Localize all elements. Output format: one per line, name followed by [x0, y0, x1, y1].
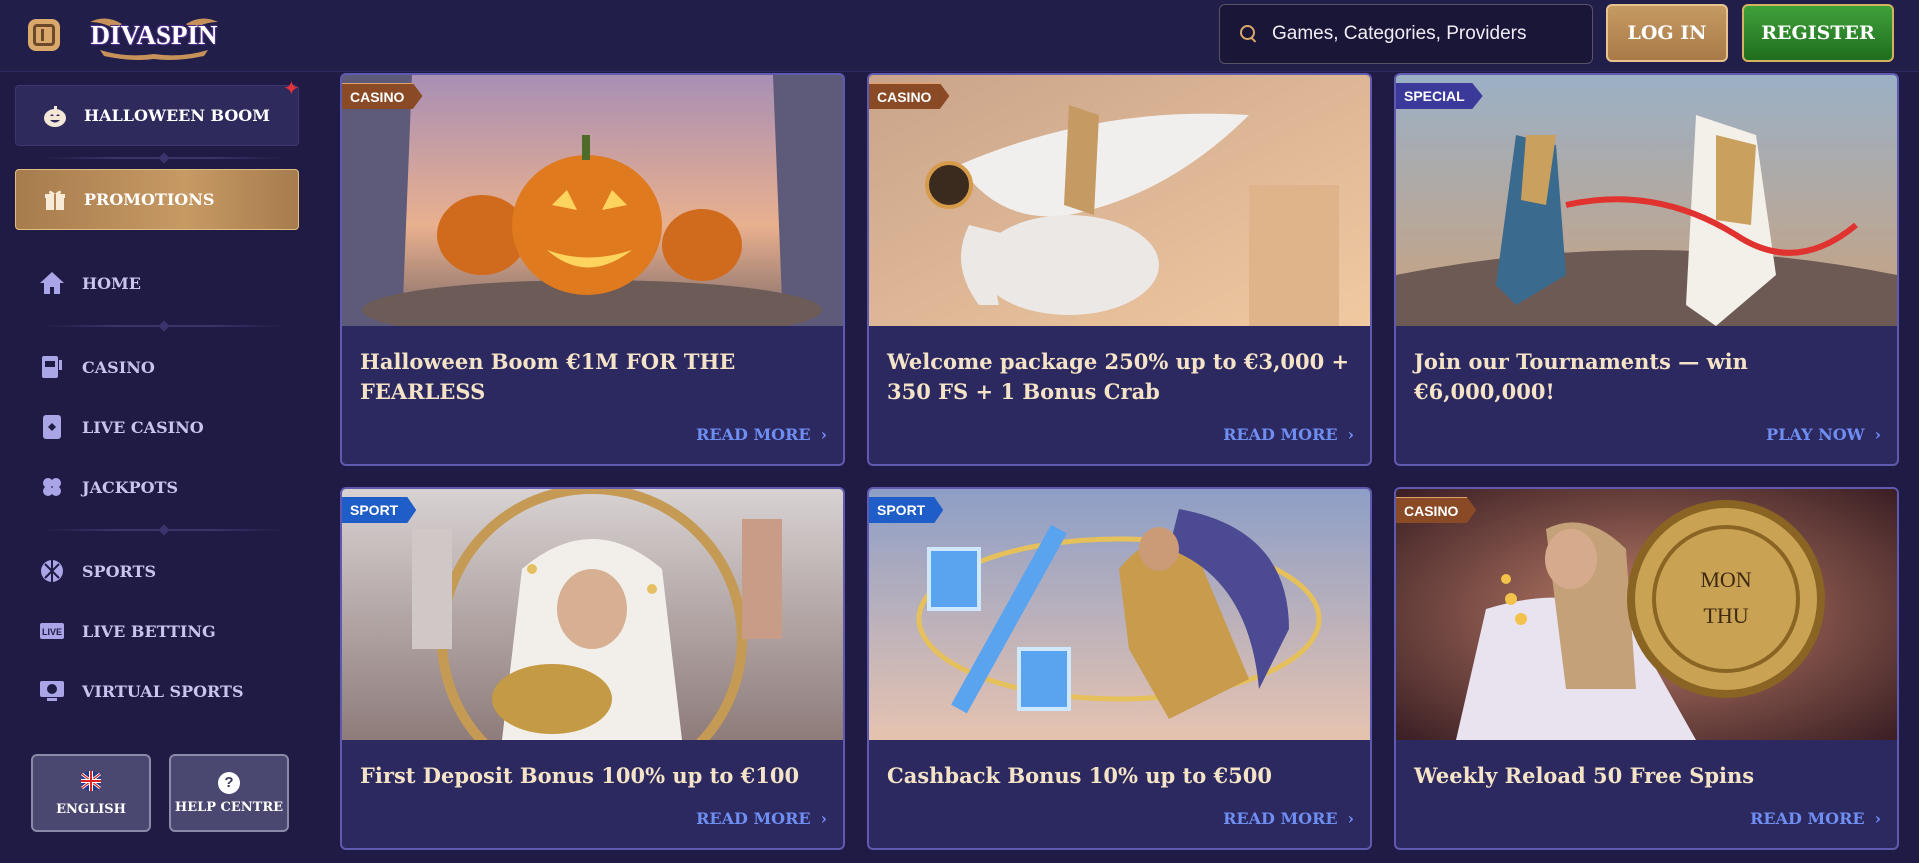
tournaments-image: [1396, 75, 1897, 326]
help-centre-button[interactable]: ? HELP CENTRE: [169, 754, 289, 832]
link-label: READ MORE: [1223, 425, 1338, 444]
divider: [44, 325, 284, 327]
sidebar-item-label: CASINO: [82, 357, 155, 377]
weekly-reload-image: MON THU: [1396, 489, 1897, 740]
category-tag: SPORT: [869, 497, 944, 523]
slot-machine-icon: [38, 353, 66, 381]
category-tag: CASINO: [1396, 497, 1477, 523]
divider: [44, 529, 284, 531]
link-label: READ MORE: [696, 425, 811, 444]
search-box[interactable]: [1219, 4, 1593, 64]
help-centre-label: HELP CENTRE: [174, 799, 284, 815]
chevron-right-icon: ›: [1874, 809, 1881, 828]
promo-card[interactable]: SPECIAL Join our Tournaments — win €6,00…: [1394, 73, 1899, 466]
halloween-promo-image: [342, 75, 843, 326]
read-more-link[interactable]: READ MORE ›: [1750, 809, 1881, 828]
home-icon: [38, 269, 66, 297]
sidebar-item-sports[interactable]: SPORTS: [38, 551, 298, 591]
category-tag: CASINO: [342, 83, 423, 109]
register-button[interactable]: REGISTER: [1742, 4, 1894, 62]
live-icon: LIVE: [38, 617, 66, 645]
top-header: DIVASPIN LOG IN REGISTER: [0, 0, 1919, 72]
ball-icon: [38, 557, 66, 585]
sidebar-item-jackpots[interactable]: JACKPOTS: [38, 467, 298, 507]
promo-title: Halloween Boom €1M FOR THE FEARLESS: [360, 349, 736, 404]
link-label: READ MORE: [696, 809, 811, 828]
first-deposit-image: [342, 489, 843, 740]
sidebar-item-virtual-sports[interactable]: VIRTUAL SPORTS: [38, 671, 298, 711]
category-tag: SPORT: [342, 497, 417, 523]
cashback-image: [869, 489, 1370, 740]
promo-title: Welcome package 250% up to €3,000 + 350 …: [887, 349, 1350, 404]
sidebar-item-halloween-boom[interactable]: HALLOWEEN BOOM: [15, 85, 299, 146]
read-more-link[interactable]: READ MORE ›: [696, 809, 827, 828]
category-tag: SPECIAL: [1396, 83, 1483, 109]
promo-card[interactable]: CASINO Halloween Boom €1M FOR THE FEARLE…: [340, 73, 845, 466]
play-now-link[interactable]: PLAY NOW ›: [1766, 425, 1881, 444]
language-label: ENGLISH: [56, 801, 126, 817]
chevron-right-icon: ›: [820, 425, 827, 444]
playing-card-icon: [38, 413, 66, 441]
promo-title: Join our Tournaments — win €6,000,000!: [1414, 349, 1748, 404]
read-more-link[interactable]: READ MORE ›: [1223, 809, 1354, 828]
sidebar: HALLOWEEN BOOM ✦ PROMOTIONS HOME CASINO …: [0, 73, 320, 863]
gift-icon: [40, 185, 70, 215]
help-icon: ?: [218, 771, 240, 794]
sidebar-item-label: PROMOTIONS: [84, 190, 215, 209]
virtual-sports-icon: [38, 677, 66, 705]
sidebar-item-label: SPORTS: [82, 561, 156, 581]
sidebar-toggle-icon[interactable]: [28, 19, 60, 51]
read-more-link[interactable]: READ MORE ›: [696, 425, 827, 444]
coin-text-mon: MON: [1700, 567, 1751, 592]
sidebar-item-label: VIRTUAL SPORTS: [82, 681, 244, 701]
sidebar-item-label: LIVE BETTING: [82, 621, 216, 641]
language-button[interactable]: ENGLISH: [31, 754, 151, 832]
sidebar-item-live-casino[interactable]: LIVE CASINO: [38, 407, 298, 447]
star-badge-icon: ✦: [283, 76, 300, 100]
chevron-right-icon: ›: [820, 809, 827, 828]
sidebar-item-label: HOME: [82, 273, 141, 293]
category-tag: CASINO: [869, 83, 950, 109]
search-input[interactable]: [1272, 23, 1572, 45]
promo-card[interactable]: SPORT Cashback Bonus 10% up to €500 READ…: [867, 487, 1372, 850]
read-more-link[interactable]: READ MORE ›: [1223, 425, 1354, 444]
promo-title: Weekly Reload 50 Free Spins: [1414, 763, 1755, 788]
link-label: READ MORE: [1223, 809, 1338, 828]
link-label: READ MORE: [1750, 809, 1865, 828]
sidebar-item-casino[interactable]: CASINO: [38, 347, 298, 387]
chevron-right-icon: ›: [1874, 425, 1881, 444]
sidebar-item-home[interactable]: HOME: [38, 263, 298, 303]
chevron-right-icon: ›: [1347, 809, 1354, 828]
promo-card[interactable]: CASINO Welcome package 250% up to €3,000…: [867, 73, 1372, 466]
sidebar-item-promotions[interactable]: PROMOTIONS: [15, 169, 299, 230]
link-label: PLAY NOW: [1766, 425, 1865, 444]
logo-text: DIVASPIN: [90, 19, 218, 50]
welcome-package-image: [869, 75, 1370, 326]
clover-icon: [38, 473, 66, 501]
sidebar-item-label: LIVE CASINO: [82, 417, 204, 437]
promo-title: First Deposit Bonus 100% up to €100: [360, 763, 800, 788]
uk-flag-icon: [78, 770, 104, 796]
login-button[interactable]: LOG IN: [1606, 4, 1728, 62]
promo-title: Cashback Bonus 10% up to €500: [887, 763, 1272, 788]
promo-card[interactable]: MON THU CASINO Weekly Reload 50 Free Spi…: [1394, 487, 1899, 850]
divaspin-logo[interactable]: DIVASPIN: [86, 8, 222, 62]
pumpkin-icon: [40, 101, 70, 131]
sidebar-item-live-betting[interactable]: LIVE LIVE BETTING: [38, 611, 298, 651]
sidebar-item-label: HALLOWEEN BOOM: [84, 106, 270, 125]
search-icon: [1240, 25, 1258, 43]
sidebar-item-label: JACKPOTS: [82, 477, 179, 497]
svg-text:LIVE: LIVE: [42, 627, 62, 637]
promo-card[interactable]: SPORT First Deposit Bonus 100% up to €10…: [340, 487, 845, 850]
coin-text-thu: THU: [1703, 603, 1748, 628]
chevron-right-icon: ›: [1347, 425, 1354, 444]
divider: [44, 157, 284, 159]
